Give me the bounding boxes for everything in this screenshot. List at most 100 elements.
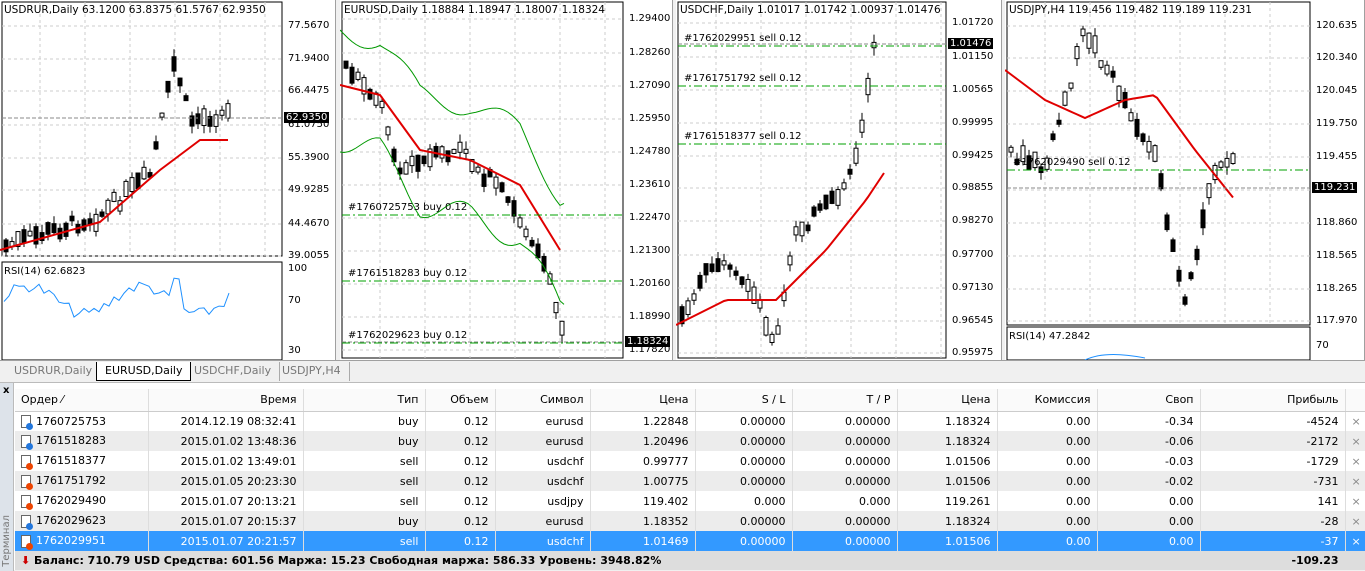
cell-value: 0.00 [1066,434,1091,448]
cell-value: 1.18324 [945,514,991,528]
candle [493,176,499,189]
close-icon[interactable]: x [3,385,9,396]
tab-usdjpy[interactable]: USDJPY,H4 [274,362,350,381]
order-icon [21,494,33,510]
candle [1110,70,1116,78]
chart-usdjpy[interactable]: #1762029490 sell 0.12 120.635 120.340 120.0… [1005,0,1365,360]
column-header[interactable]: Своп [1097,389,1201,412]
cell-value: sell [399,474,419,488]
candle [553,301,559,314]
cell: 1.18324 [897,431,998,451]
order-row[interactable]: 1761518377 2015.01.02 13:49:01 sell 0.12 usd… [15,451,1365,471]
close-order-icon[interactable]: × [1345,471,1365,491]
cell: 0.12 [425,471,496,491]
rsi-level-label: 30 [288,345,301,356]
tab-eurusd[interactable]: EURUSD,Daily [96,362,192,381]
price-axis-label: 119.750 [1316,118,1358,129]
cell-value: 0.00 [1169,494,1194,508]
cell-value: -2172 [1306,434,1339,448]
column-header[interactable]: Прибыль [1200,389,1346,412]
candle [1134,118,1140,137]
cell: 0.00000 [792,471,898,491]
price-axis-label: 77.5670 [288,20,330,31]
candle [3,239,9,253]
close-order-icon[interactable]: × [1345,491,1365,511]
cell-value: -28 [1320,514,1339,528]
cell: 1762029623 [15,511,149,531]
cell: -0.02 [1097,471,1201,491]
order-row[interactable]: 1762029951 2015.01.07 20:21:57 sell 0.12 usd… [15,531,1365,551]
cell-value: -731 [1313,474,1339,488]
cell: 2015.01.02 13:49:01 [148,451,304,471]
tab-usdchf[interactable]: USDCHF,Daily [186,362,281,381]
cell-value: buy [398,434,419,448]
column-header[interactable]: Символ [495,389,591,412]
price-axis-label: 117.970 [1316,315,1358,326]
current-price-label: 1.18324 [625,336,671,347]
price-axis-label: 39.0055 [288,250,330,261]
cell: 1.01469 [590,531,696,551]
cell-value: sell [399,494,419,508]
cell-value: 1761518283 [36,434,106,448]
cell-value: 2015.01.07 20:15:37 [180,514,297,528]
cell-value: 1760725753 [36,414,106,428]
column-header[interactable]: Тип [303,389,426,412]
column-header[interactable]: Цена [590,389,696,412]
column-header[interactable]: Цена [897,389,998,412]
price-axis-label: 49.9285 [288,184,330,195]
cell-value: 119.402 [643,494,689,508]
cell: 1.18352 [590,511,696,531]
chart-usdchf[interactable]: #1762029951 sell 0.12 #1761751792 sell 0.… [676,0,1002,360]
column-header[interactable]: Комиссия [997,389,1098,412]
cell: -37 [1200,531,1346,551]
cell-value: 0.00000 [845,474,891,488]
chart-eurusd[interactable]: #1760725753 buy 0.12 #1761518283 buy 0.12… [340,0,673,360]
candle [1104,64,1110,75]
candle [847,168,853,175]
candle [1140,133,1146,142]
candle [1158,173,1164,190]
status-spacer [1345,551,1365,570]
cell-value: 0.00000 [740,514,786,528]
column-header[interactable]: Время [148,389,304,412]
order-row[interactable]: 1760725753 2014.12.19 08:32:41 buy 0.12 euru… [15,411,1365,431]
candle [523,228,529,238]
candle [535,243,541,259]
column-header[interactable]: Объем [425,389,496,412]
close-order-icon[interactable]: × [1345,511,1365,531]
candle [349,66,355,84]
cell-value: 0.12 [464,454,489,468]
close-order-icon[interactable]: × [1345,411,1365,431]
cell-value: 0.00000 [845,454,891,468]
candle [1230,153,1236,165]
order-row[interactable]: 1762029623 2015.01.07 20:15:37 buy 0.12 euru… [15,511,1365,531]
candle [823,194,829,210]
order-row[interactable]: 1761751792 2015.01.05 20:23:30 sell 0.12 usd… [15,471,1365,491]
candle [433,145,439,158]
order-row[interactable]: 1761518283 2015.01.02 13:48:36 buy 0.12 euru… [15,431,1365,451]
close-order-icon[interactable]: × [1345,431,1365,451]
tab-usdrur[interactable]: USDRUR,Daily [6,362,102,381]
column-header[interactable]: Ордер ⁄ [15,389,149,412]
cell-value: 1761751792 [36,474,106,488]
cell-value: usdjpy [547,494,584,508]
candle [141,166,147,180]
cell-value: 0.000 [859,494,891,508]
cell: 0.12 [425,431,496,451]
column-header[interactable]: T / P [792,389,898,412]
cell: 0.00 [997,471,1098,491]
column-header[interactable]: S / L [695,389,793,412]
candle [439,146,445,159]
chart-usdrur[interactable]: 77.5670 71.9400 66.4475 61.0750 55.3900 49.92… [0,0,336,360]
bollinger-lower [340,137,565,305]
candle [123,180,129,198]
candle [1056,119,1062,125]
close-order-icon[interactable]: × [1345,451,1365,471]
order-row[interactable]: 1762029490 2015.01.07 20:13:21 sell 0.12 usd… [15,491,1365,511]
candle [691,293,697,301]
candle [709,263,715,272]
cell: 2014.12.19 08:32:41 [148,411,304,431]
candle [355,71,361,80]
close-order-icon[interactable]: × [1345,531,1365,551]
candle [213,114,219,127]
